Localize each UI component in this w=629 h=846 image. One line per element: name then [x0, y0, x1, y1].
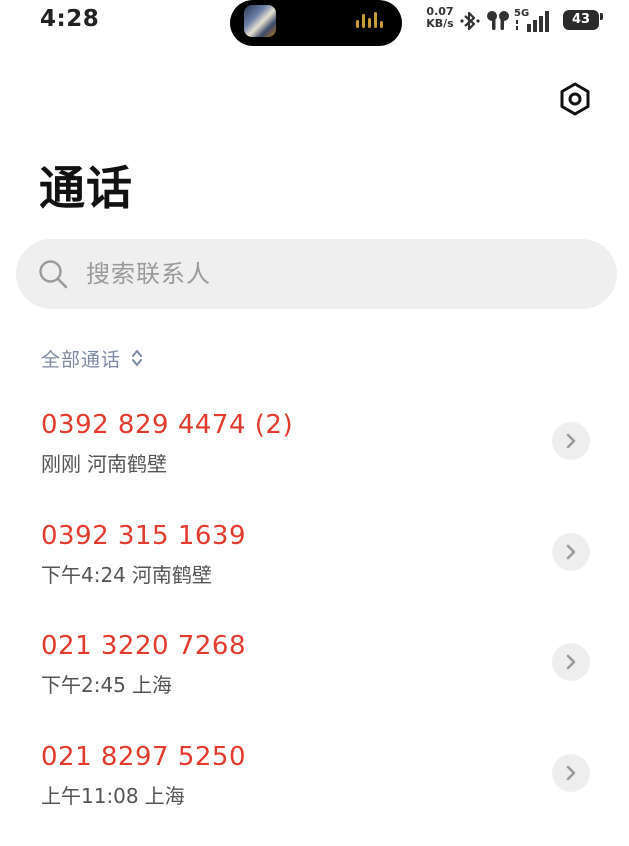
call-number: 021 3220 7268	[41, 631, 246, 661]
settings-icon	[560, 82, 590, 116]
call-time: 下午2:45	[41, 673, 126, 697]
dynamic-island[interactable]	[230, 0, 402, 46]
search-input[interactable]	[86, 239, 586, 309]
battery-indicator: 43	[563, 10, 599, 30]
call-time: 上午11:08	[41, 783, 139, 808]
call-number: 021 8297 5250	[41, 741, 246, 772]
signal-5g-icon: 5G	[514, 8, 549, 32]
album-art-icon	[244, 5, 276, 37]
call-log-item[interactable]: 0392 315 1639 下午4:24 河南鹤壁	[0, 509, 629, 620]
network-speed: 0.07 KB/s	[426, 5, 454, 30]
call-meta: 下午4:24 河南鹤壁	[41, 559, 212, 588]
call-detail-button[interactable]	[552, 643, 590, 681]
chevron-right-icon	[566, 433, 576, 449]
call-detail-button[interactable]	[552, 532, 590, 571]
battery-tip	[600, 13, 603, 20]
call-number: 0392 829 4474 (2)	[41, 410, 294, 440]
call-time: 下午4:24	[41, 562, 126, 587]
call-detail-button[interactable]	[552, 753, 590, 792]
call-log-item[interactable]: 021 8297 5250 上午11:08 上海	[0, 730, 629, 841]
call-detail-button[interactable]	[552, 422, 590, 460]
call-location: 上海	[131, 673, 172, 697]
search-icon	[39, 260, 68, 289]
chevron-right-icon	[566, 765, 576, 780]
call-number: 0392 315 1639	[41, 520, 246, 551]
call-location: 河南鹤壁	[87, 452, 167, 476]
settings-button[interactable]	[556, 80, 594, 118]
status-time: 4:28	[40, 6, 100, 32]
bluetooth-icon	[460, 11, 480, 31]
call-meta: 刚刚 河南鹤壁	[41, 448, 167, 477]
call-log-item[interactable]: 021 3220 7268 下午2:45 上海	[0, 619, 629, 730]
call-log-list: 0392 829 4474 (2) 刚刚 河南鹤壁 0392 315 1639 下…	[0, 398, 629, 840]
chevron-right-icon	[566, 544, 576, 559]
sort-updown-icon	[132, 350, 143, 366]
audio-wave-icon	[356, 12, 386, 32]
status-bar: 4:28 0.07 KB/s 5G 43	[0, 0, 629, 46]
call-location: 河南鹤壁	[131, 562, 212, 587]
filter-label: 全部通话	[41, 348, 122, 371]
page-title: 通话	[39, 161, 133, 215]
search-bar[interactable]	[16, 239, 617, 309]
call-filter-dropdown[interactable]: 全部通话	[41, 344, 143, 372]
svg-text:5G: 5G	[514, 8, 529, 19]
call-time: 刚刚	[41, 452, 81, 476]
chevron-right-icon	[566, 654, 576, 670]
call-meta: 下午2:45 上海	[41, 669, 172, 698]
call-location: 上海	[144, 783, 185, 808]
call-log-item[interactable]: 0392 829 4474 (2) 刚刚 河南鹤壁	[0, 398, 629, 509]
earbuds-icon	[487, 11, 509, 30]
call-meta: 上午11:08 上海	[41, 780, 185, 809]
